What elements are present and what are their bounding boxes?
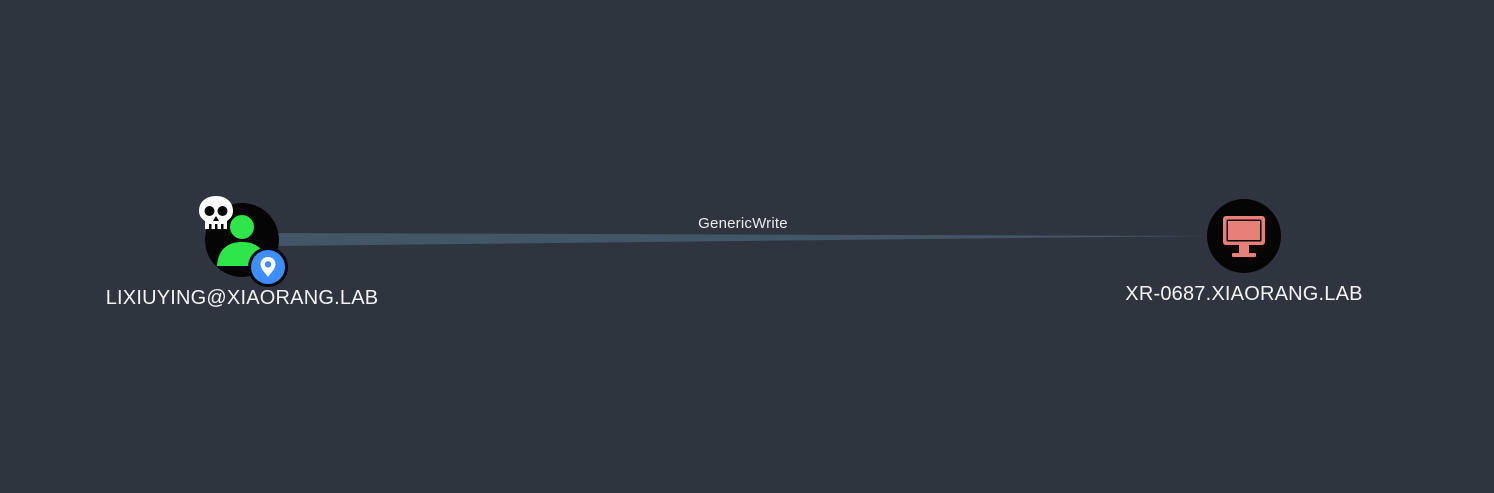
map-pin-icon bbox=[251, 250, 285, 284]
edge-line[interactable] bbox=[278, 233, 1207, 246]
map-pin-badge bbox=[248, 247, 288, 287]
computer-node-circle[interactable] bbox=[1207, 199, 1281, 273]
user-node-label[interactable]: LIXIUYING@XIAORANG.LAB bbox=[106, 287, 379, 310]
graph-canvas[interactable]: GenericWrite LIXIUYING@XIAORANG.LAB XR-0… bbox=[0, 0, 1494, 493]
computer-icon bbox=[1223, 216, 1265, 257]
skull-icon bbox=[196, 193, 236, 233]
edge-label[interactable]: GenericWrite bbox=[698, 215, 788, 232]
computer-node-label[interactable]: XR-0687.XIAORANG.LAB bbox=[1125, 283, 1362, 306]
